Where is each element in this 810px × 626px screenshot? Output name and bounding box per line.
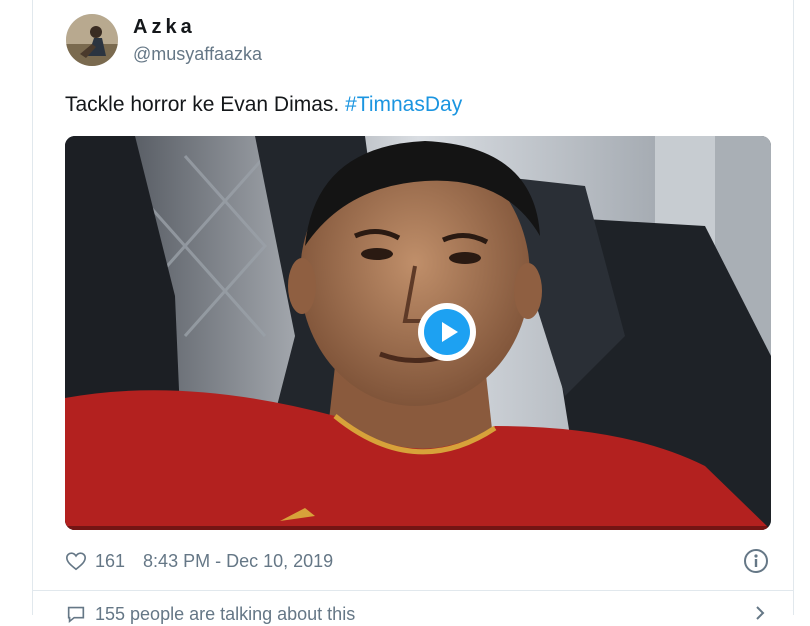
info-circle-icon[interactable] [743,548,769,574]
tweet-card: Azka @musyaffaazka Tackle horror ke Evan… [32,0,794,624]
like-count[interactable]: 161 [95,551,125,572]
chevron-right-icon[interactable] [751,604,769,622]
tweet-meta: 161 8:43 PM - Dec 10, 2019 [65,546,333,576]
avatar-image [66,14,118,66]
replies-text: 155 people are talking about this [95,603,356,624]
conversation-link[interactable]: 155 people are talking about this [65,602,765,626]
play-button[interactable] [418,303,476,361]
play-icon [424,309,470,355]
heart-outline-icon[interactable] [65,550,87,572]
hashtag-link[interactable]: #TimnasDay [345,93,462,116]
tweet-timestamp[interactable]: 8:43 PM - Dec 10, 2019 [143,551,333,572]
tweet-text: Tackle horror ke Evan Dimas. #TimnasDay [65,93,462,117]
user-handle[interactable]: @musyaffaazka [133,44,262,65]
video-player[interactable] [65,136,771,530]
avatar[interactable] [66,14,118,66]
display-name[interactable]: Azka [133,16,196,39]
divider [33,590,793,591]
tweet-text-body: Tackle horror ke Evan Dimas. [65,93,346,116]
speech-bubble-icon [67,606,85,624]
